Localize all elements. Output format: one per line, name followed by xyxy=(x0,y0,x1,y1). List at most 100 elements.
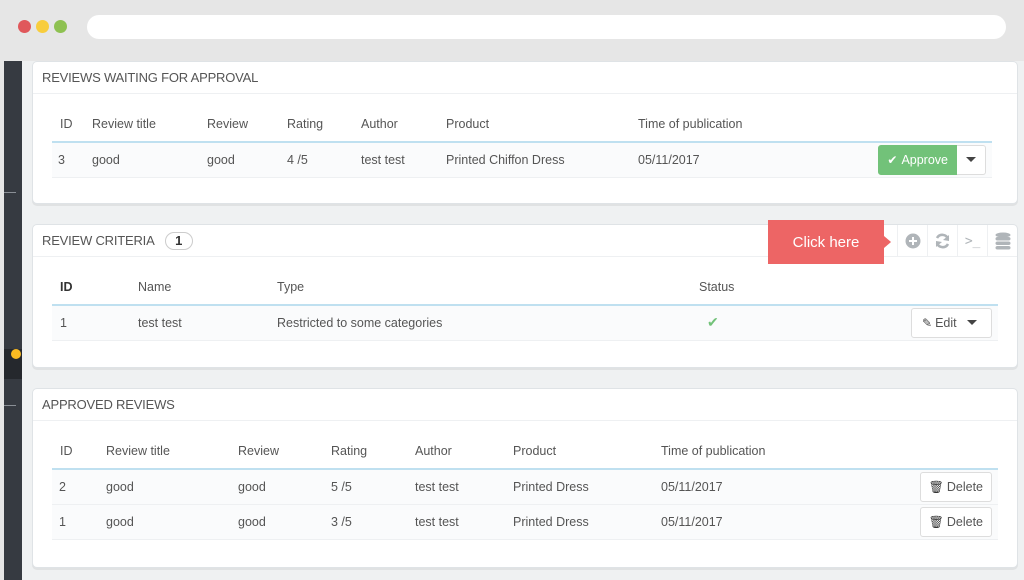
panel-heading: APPROVED REVIEWS xyxy=(33,389,1017,421)
delete-label: Delete xyxy=(946,479,983,494)
cell-author: test test xyxy=(361,142,446,178)
criteria-count-badge: 1 xyxy=(164,231,193,250)
column-header[interactable]: Review xyxy=(238,434,331,470)
cell-product: Printed Dress xyxy=(513,469,661,505)
approved-reviews-panel: APPROVED REVIEWS ID Review title Review … xyxy=(32,388,1018,568)
column-header[interactable]: Review title xyxy=(92,107,207,143)
cell-product: Printed Dress xyxy=(513,504,661,540)
column-header[interactable]: Name xyxy=(138,270,277,306)
table-row: 1 good good 3 /5 test test Printed Dress… xyxy=(52,504,998,540)
column-header[interactable]: Time of publication xyxy=(638,107,868,143)
sidebar-divider xyxy=(4,192,16,193)
window-controls xyxy=(18,20,67,33)
approve-dropdown-toggle[interactable] xyxy=(957,144,986,175)
browser-window: REVIEWS WAITING FOR APPROVAL ID Review t… xyxy=(0,0,1024,580)
column-header[interactable]: Review title xyxy=(106,434,238,470)
sidebar-active-indicator-icon xyxy=(11,349,21,359)
column-header[interactable]: Type xyxy=(277,270,699,306)
column-header[interactable]: Product xyxy=(446,107,638,143)
minimize-window-button[interactable] xyxy=(36,20,49,33)
panel-title: REVIEW CRITERIA xyxy=(42,233,155,248)
close-window-button[interactable] xyxy=(18,20,31,33)
pending-reviews-panel: REVIEWS WAITING FOR APPROVAL ID Review t… xyxy=(32,61,1018,204)
approved-reviews-table: ID Review title Review Rating Author Pro… xyxy=(52,434,998,540)
cell-actions: ✎ Edit xyxy=(899,305,998,341)
table-row: 1 test test Restricted to some categorie… xyxy=(52,305,998,341)
panel-title: REVIEWS WAITING FOR APPROVAL xyxy=(42,70,259,85)
delete-button[interactable]: 🗑 Delete xyxy=(919,471,992,502)
column-header[interactable]: ID xyxy=(52,107,92,143)
approve-button[interactable]: ✔ Approve xyxy=(878,144,957,175)
column-header[interactable]: Review xyxy=(207,107,287,143)
edit-label: Edit xyxy=(935,315,957,330)
delete-button[interactable]: 🗑 Delete xyxy=(919,506,992,537)
approve-label: Approve xyxy=(901,152,948,167)
pencil-icon: ✎ xyxy=(922,315,933,330)
cell-time: 05/11/2017 xyxy=(661,469,891,505)
panel-heading: REVIEWS WAITING FOR APPROVAL xyxy=(33,62,1017,94)
cell-id: 2 xyxy=(52,469,106,505)
cell-review-title: good xyxy=(106,504,238,540)
maximize-window-button[interactable] xyxy=(54,20,67,33)
add-icon xyxy=(905,233,920,249)
column-header[interactable]: Status xyxy=(699,270,899,306)
terminal-icon: >_ xyxy=(964,233,981,249)
approve-button-group: ✔ Approve xyxy=(878,144,986,175)
column-header[interactable]: Author xyxy=(361,107,446,143)
column-header[interactable]: Author xyxy=(415,434,513,470)
cell-product: Printed Chiffon Dress xyxy=(446,142,638,178)
trash-icon: 🗑 xyxy=(928,514,944,529)
column-header[interactable]: Product xyxy=(513,434,661,470)
column-header[interactable]: Time of publication xyxy=(661,434,891,470)
panel-title: APPROVED REVIEWS xyxy=(42,397,175,412)
cell-id: 1 xyxy=(52,305,138,341)
cell-actions: ✔ Approve xyxy=(868,142,992,178)
column-header[interactable]: ID xyxy=(52,434,106,470)
cell-review: good xyxy=(207,142,287,178)
admin-sidebar xyxy=(4,61,25,580)
cell-rating: 3 /5 xyxy=(331,504,415,540)
show-sql-query-button[interactable]: >_ xyxy=(957,225,987,257)
column-header-actions xyxy=(868,107,992,143)
column-header-actions xyxy=(891,434,998,470)
status-enabled-check-icon[interactable]: ✔ xyxy=(707,314,719,330)
refresh-icon xyxy=(935,233,950,249)
column-header-actions xyxy=(899,270,998,306)
click-here-tooltip: Click here xyxy=(768,220,891,264)
column-header[interactable]: Rating xyxy=(331,434,415,470)
edit-button-group: ✎ Edit xyxy=(911,307,992,338)
address-bar[interactable] xyxy=(87,15,1006,39)
check-icon: ✔ xyxy=(887,152,898,167)
pending-reviews-table: ID Review title Review Rating Author Pro… xyxy=(52,107,992,178)
panel-toolbar: >_ xyxy=(897,225,1017,257)
sidebar-divider xyxy=(4,405,16,406)
cell-time: 05/11/2017 xyxy=(638,142,868,178)
cell-time: 05/11/2017 xyxy=(661,504,891,540)
cell-actions: 🗑 Delete xyxy=(891,469,998,505)
edit-dropdown-caret-icon[interactable] xyxy=(967,320,977,326)
cell-id: 3 xyxy=(52,142,92,178)
table-row: 2 good good 5 /5 test test Printed Dress… xyxy=(52,469,998,505)
cell-review: good xyxy=(238,469,331,505)
cell-id: 1 xyxy=(52,504,106,540)
cell-review-title: good xyxy=(106,469,238,505)
database-icon xyxy=(995,232,1010,250)
cell-rating: 4 /5 xyxy=(287,142,361,178)
cell-name: test test xyxy=(138,305,277,341)
cell-author: test test xyxy=(415,504,513,540)
edit-button[interactable]: ✎ Edit xyxy=(922,316,957,330)
cell-rating: 5 /5 xyxy=(331,469,415,505)
cell-status: ✔ xyxy=(699,305,899,341)
add-new-criterion-button[interactable] xyxy=(897,225,927,257)
refresh-list-button[interactable] xyxy=(927,225,957,257)
column-header[interactable]: ID xyxy=(52,270,138,306)
cell-type: Restricted to some categories xyxy=(277,305,699,341)
cell-author: test test xyxy=(415,469,513,505)
column-header[interactable]: Rating xyxy=(287,107,361,143)
trash-icon: 🗑 xyxy=(928,479,944,494)
cell-actions: 🗑 Delete xyxy=(891,504,998,540)
caret-down-icon xyxy=(966,157,976,163)
export-sql-manager-button[interactable] xyxy=(987,225,1017,257)
cell-review-title: good xyxy=(92,142,207,178)
review-criteria-table: ID Name Type Status 1 test test Restrict… xyxy=(52,270,998,341)
